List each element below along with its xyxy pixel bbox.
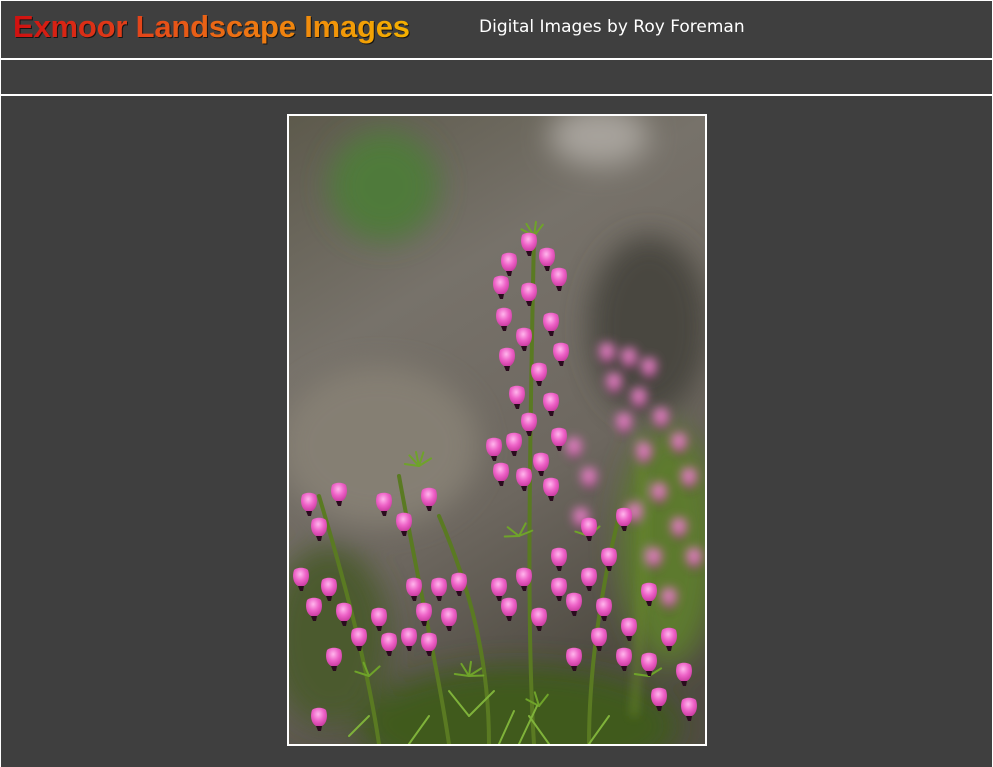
site-header: Exmoor Landscape Images Digital Images b…: [1, 1, 992, 58]
header-divider-bottom: [1, 94, 992, 96]
site-title[interactable]: Exmoor Landscape Images: [13, 8, 410, 46]
flower-photo[interactable]: [289, 116, 705, 744]
photo-frame[interactable]: [287, 114, 707, 746]
nav-bar: [1, 60, 992, 94]
site-tagline: Digital Images by Roy Foreman: [479, 17, 745, 37]
page: Exmoor Landscape Images Digital Images b…: [1, 1, 992, 767]
